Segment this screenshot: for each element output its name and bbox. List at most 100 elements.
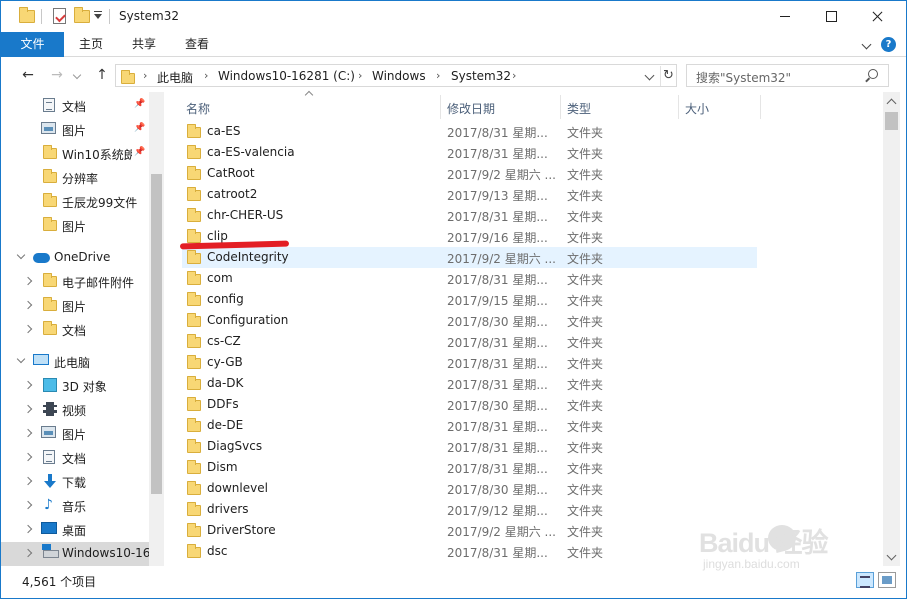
scroll-up-arrow-icon[interactable] <box>886 98 897 109</box>
quick-access-dropdown-icon[interactable] <box>94 11 102 19</box>
nav-item-downloads[interactable]: 下载 <box>1 470 149 494</box>
search-icon[interactable] <box>868 69 878 79</box>
file-row[interactable]: de-DE 2017/8/31 星期... 文件夹 <box>182 415 757 436</box>
file-row[interactable]: ca-ES 2017/8/31 星期... 文件夹 <box>182 121 757 142</box>
nav-item-pictures-folder[interactable]: 图片 <box>1 214 149 238</box>
expand-chevron-icon[interactable] <box>23 524 33 534</box>
file-list-scrollbar-thumb[interactable] <box>885 112 898 130</box>
expand-chevron-icon[interactable] <box>23 452 33 462</box>
nav-item-c-drive[interactable]: Windows10-16 <box>1 542 150 566</box>
nav-pane-scrollbar-thumb[interactable] <box>151 174 162 494</box>
breadcrumb-drive[interactable]: Windows10-16281 (C:) <box>218 69 355 83</box>
file-row[interactable]: chr-CHER-US 2017/8/31 星期... 文件夹 <box>182 205 757 226</box>
breadcrumb-separator-icon[interactable]: › <box>512 69 516 82</box>
expand-chevron-icon[interactable] <box>23 324 33 334</box>
nav-pane-scrollbar[interactable] <box>149 92 164 566</box>
file-row[interactable]: dsc 2017/8/31 星期... 文件夹 <box>182 541 757 562</box>
tab-view[interactable]: 查看 <box>185 32 209 57</box>
file-row[interactable]: catroot2 2017/9/13 星期... 文件夹 <box>182 184 757 205</box>
column-header-name[interactable]: 名称 <box>186 100 210 117</box>
up-arrow-icon[interactable]: ↑ <box>94 67 110 83</box>
column-divider[interactable] <box>678 95 679 119</box>
column-divider[interactable] <box>440 95 441 119</box>
file-list-scrollbar[interactable] <box>883 92 900 566</box>
breadcrumb-system32[interactable]: System32 <box>451 69 511 83</box>
details-view-button[interactable] <box>856 572 874 588</box>
file-row[interactable]: CodeIntegrity 2017/9/2 星期六 ... 文件夹 <box>182 247 757 268</box>
expand-chevron-icon[interactable] <box>23 276 33 286</box>
tab-share[interactable]: 共享 <box>132 32 156 57</box>
nav-item-email-attachments[interactable]: 电子邮件附件 <box>1 270 149 294</box>
address-history-chevron-icon[interactable] <box>644 70 655 81</box>
nav-item-pictures-quick[interactable]: 图片 📌 <box>1 118 149 142</box>
expand-ribbon-chevron-icon[interactable] <box>861 39 872 50</box>
file-row[interactable]: da-DK 2017/8/31 星期... 文件夹 <box>182 373 757 394</box>
breadcrumb-separator-icon[interactable]: › <box>358 69 362 82</box>
address-bar[interactable]: › 此电脑 › Windows10-16281 (C:) › Windows ›… <box>115 64 677 87</box>
new-folder-icon[interactable] <box>74 7 90 24</box>
expand-chevron-icon[interactable] <box>16 250 26 260</box>
breadcrumb-separator-icon[interactable]: › <box>204 69 208 82</box>
expand-chevron-icon[interactable] <box>23 404 33 414</box>
nav-item-files-folder[interactable]: 壬辰龙99文件 <box>1 190 149 214</box>
nav-item-documents-quick[interactable]: 文档 📌 <box>1 94 149 118</box>
tab-file[interactable]: 文件 <box>1 32 64 57</box>
refresh-icon[interactable]: ↻ <box>660 66 676 86</box>
nav-item-documents[interactable]: 文档 <box>1 446 149 470</box>
column-divider[interactable] <box>760 95 761 119</box>
breadcrumb-separator-icon[interactable]: › <box>436 69 440 82</box>
close-button[interactable] <box>854 1 900 32</box>
file-row[interactable]: downlevel 2017/8/30 星期... 文件夹 <box>182 478 757 499</box>
search-placeholder[interactable]: 搜索"System32" <box>696 69 791 86</box>
recent-locations-chevron-icon[interactable] <box>72 70 82 80</box>
expand-chevron-icon[interactable] <box>23 548 33 558</box>
expand-chevron-icon[interactable] <box>16 354 26 364</box>
large-icons-view-button[interactable] <box>878 572 896 588</box>
file-row[interactable]: drivers 2017/9/12 星期... 文件夹 <box>182 499 757 520</box>
nav-item-videos[interactable]: 视频 <box>1 398 149 422</box>
expand-chevron-icon[interactable] <box>23 428 33 438</box>
file-row[interactable]: ca-ES-valencia 2017/8/31 星期... 文件夹 <box>182 142 757 163</box>
file-row[interactable]: Configuration 2017/8/30 星期... 文件夹 <box>182 310 757 331</box>
help-icon[interactable]: ? <box>881 37 896 52</box>
file-row[interactable]: Dism 2017/8/31 星期... 文件夹 <box>182 457 757 478</box>
column-divider[interactable] <box>560 95 561 119</box>
minimize-button[interactable] <box>762 1 808 32</box>
file-row[interactable]: com 2017/8/31 星期... 文件夹 <box>182 268 757 289</box>
nav-item-resolution-folder[interactable]: 分辨率 <box>1 166 149 190</box>
nav-item-3d-objects[interactable]: 3D 对象 <box>1 374 149 398</box>
nav-item-onedrive-documents[interactable]: 文档 <box>1 318 149 342</box>
back-arrow-icon[interactable]: ← <box>20 67 36 83</box>
file-row[interactable]: config 2017/9/15 星期... 文件夹 <box>182 289 757 310</box>
nav-item-onedrive-pictures[interactable]: 图片 <box>1 294 149 318</box>
nav-item-desktop[interactable]: 桌面 <box>1 518 149 542</box>
nav-item-pictures[interactable]: 图片 <box>1 422 149 446</box>
column-header-type[interactable]: 类型 <box>567 100 591 117</box>
file-row[interactable]: DriverStore 2017/9/2 星期六 ... 文件夹 <box>182 520 757 541</box>
file-row[interactable]: DiagSvcs 2017/8/31 星期... 文件夹 <box>182 436 757 457</box>
search-box[interactable]: 搜索"System32" <box>686 64 889 87</box>
nav-item-this-pc[interactable]: 此电脑 <box>1 350 149 374</box>
nav-item-win10-folder[interactable]: Win10系统朗 📌 <box>1 142 149 166</box>
expand-chevron-icon[interactable] <box>23 380 33 390</box>
column-header-date[interactable]: 修改日期 <box>447 100 495 117</box>
expand-chevron-icon[interactable] <box>23 300 33 310</box>
column-header-size[interactable]: 大小 <box>685 100 709 117</box>
file-row[interactable]: cy-GB 2017/8/31 星期... 文件夹 <box>182 352 757 373</box>
nav-item-music[interactable]: ♪ 音乐 <box>1 494 149 518</box>
breadcrumb-this-pc[interactable]: 此电脑 <box>157 69 193 86</box>
properties-icon[interactable] <box>53 8 66 24</box>
file-row[interactable]: DDFs 2017/8/30 星期... 文件夹 <box>182 394 757 415</box>
scroll-down-arrow-icon[interactable] <box>886 550 897 561</box>
forward-arrow-icon[interactable]: → <box>49 67 65 83</box>
breadcrumb-windows[interactable]: Windows <box>372 69 426 83</box>
maximize-button[interactable] <box>808 1 854 32</box>
tab-home[interactable]: 主页 <box>79 32 103 57</box>
file-row[interactable]: CatRoot 2017/9/2 星期六 ... 文件夹 <box>182 163 757 184</box>
file-name: config <box>207 292 244 306</box>
file-row[interactable]: cs-CZ 2017/8/31 星期... 文件夹 <box>182 331 757 352</box>
breadcrumb-separator-icon[interactable]: › <box>143 69 147 82</box>
nav-item-onedrive[interactable]: OneDrive <box>1 246 149 270</box>
expand-chevron-icon[interactable] <box>23 500 33 510</box>
expand-chevron-icon[interactable] <box>23 476 33 486</box>
